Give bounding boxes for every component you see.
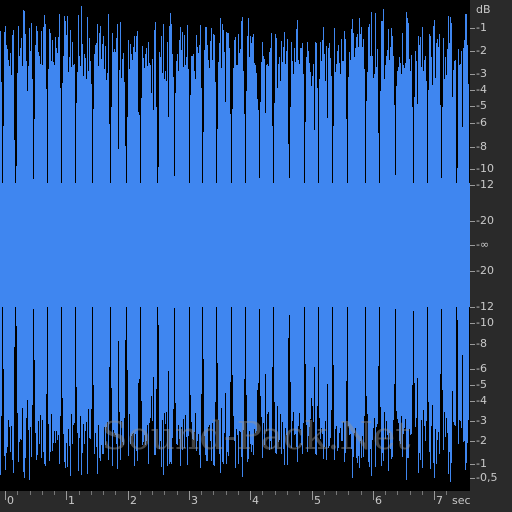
db-tick-mark bbox=[470, 421, 475, 422]
db-tick-label: -4 bbox=[476, 83, 487, 96]
db-tick-label: -8 bbox=[476, 140, 487, 153]
db-tick-label: -3 bbox=[476, 414, 487, 427]
time-minor-tick bbox=[238, 491, 239, 495]
time-minor-tick bbox=[361, 491, 362, 495]
db-tick-mark bbox=[470, 106, 475, 107]
time-minor-tick bbox=[103, 491, 104, 495]
db-tick-mark bbox=[470, 344, 475, 345]
time-tick-mark bbox=[5, 491, 6, 500]
db-tick-mark bbox=[470, 245, 475, 246]
time-ruler[interactable]: 0 1 2 3 4 5 6 7 sec bbox=[0, 491, 512, 512]
time-tick-label: 0 bbox=[7, 494, 14, 507]
time-minor-tick bbox=[262, 491, 263, 495]
time-minor-tick bbox=[324, 491, 325, 495]
time-minor-tick bbox=[115, 491, 116, 495]
time-minor-tick bbox=[164, 491, 165, 495]
db-tick-mark bbox=[470, 169, 475, 170]
waveform-core-band bbox=[0, 183, 470, 307]
db-tick-label: -0,5 bbox=[476, 471, 498, 484]
db-tick-mark bbox=[470, 323, 475, 324]
time-tick-label: 3 bbox=[191, 494, 198, 507]
time-tick-mark bbox=[312, 491, 313, 500]
db-tick-label: -2 bbox=[476, 434, 487, 447]
db-tick-label: -20 bbox=[476, 214, 494, 227]
time-tick-mark bbox=[373, 491, 374, 500]
db-tick-mark bbox=[470, 221, 475, 222]
db-tick-mark bbox=[470, 369, 475, 370]
db-tick-label: -6 bbox=[476, 116, 487, 129]
db-tick-mark bbox=[470, 401, 475, 402]
db-tick-mark bbox=[470, 51, 475, 52]
db-tick-mark bbox=[470, 464, 475, 465]
db-tick-mark bbox=[470, 478, 475, 479]
db-tick-mark bbox=[470, 441, 475, 442]
db-tick-mark bbox=[470, 307, 475, 308]
time-minor-tick bbox=[42, 491, 43, 495]
db-tick-mark bbox=[470, 123, 475, 124]
waveform-graph[interactable] bbox=[0, 0, 470, 491]
time-minor-tick bbox=[299, 491, 300, 495]
time-minor-tick bbox=[397, 491, 398, 495]
time-tick-mark bbox=[250, 491, 251, 500]
time-minor-tick bbox=[410, 491, 411, 495]
time-minor-tick bbox=[91, 491, 92, 495]
db-tick-mark bbox=[470, 147, 475, 148]
time-minor-tick bbox=[226, 491, 227, 495]
time-unit-label: sec bbox=[452, 494, 471, 507]
time-tick-label: 4 bbox=[252, 494, 259, 507]
db-unit-label: dB bbox=[476, 3, 491, 16]
time-tick-mark bbox=[434, 491, 435, 500]
waveform-editor-view: dB -1 -2 -3 -4 -5 -6 -8 -10 -12 -20 -∞ -20 -12 -10 -8-… bbox=[0, 0, 512, 512]
waveform-panel[interactable] bbox=[0, 0, 470, 491]
db-tick-label: -1 bbox=[476, 457, 487, 470]
time-minor-tick bbox=[140, 491, 141, 495]
time-minor-tick bbox=[201, 491, 202, 495]
time-minor-tick bbox=[54, 491, 55, 495]
time-tick-label: 2 bbox=[130, 494, 137, 507]
time-minor-tick bbox=[336, 491, 337, 495]
time-minor-tick bbox=[275, 491, 276, 495]
db-tick-mark bbox=[470, 28, 475, 29]
db-tick-label: -4 bbox=[476, 394, 487, 407]
time-tick-label: 1 bbox=[68, 494, 75, 507]
db-tick-label: -10 bbox=[476, 162, 494, 175]
db-scale-ruler: dB -1 -2 -3 -4 -5 -6 -8 -10 -12 -20 -∞ -20 -12 -10 -8 -… bbox=[470, 0, 512, 491]
db-tick-label: -8 bbox=[476, 337, 487, 350]
waveform-bars bbox=[0, 6, 470, 482]
db-tick-mark bbox=[470, 74, 475, 75]
db-tick-mark bbox=[470, 385, 475, 386]
time-minor-tick bbox=[348, 491, 349, 495]
db-tick-label: -5 bbox=[476, 99, 487, 112]
db-tick-label: -20 bbox=[476, 264, 494, 277]
time-minor-tick bbox=[79, 491, 80, 495]
db-tick-label: -12 bbox=[476, 178, 494, 191]
time-minor-tick bbox=[422, 491, 423, 495]
time-minor-tick bbox=[177, 491, 178, 495]
db-tick-label: -6 bbox=[476, 362, 487, 375]
db-tick-mark bbox=[470, 185, 475, 186]
db-tick-label: -12 bbox=[476, 300, 494, 313]
time-tick-label: 7 bbox=[436, 494, 443, 507]
db-tick-label: -5 bbox=[476, 378, 487, 391]
time-tick-label: 6 bbox=[375, 494, 382, 507]
time-minor-tick bbox=[30, 491, 31, 495]
db-tick-label: -3 bbox=[476, 67, 487, 80]
db-tick-mark bbox=[470, 271, 475, 272]
time-minor-tick bbox=[152, 491, 153, 495]
time-tick-mark bbox=[128, 491, 129, 500]
time-minor-tick bbox=[385, 491, 386, 495]
time-tick-mark bbox=[66, 491, 67, 500]
db-tick-label: -∞ bbox=[476, 238, 490, 251]
time-minor-tick bbox=[213, 491, 214, 495]
db-tick-label: -2 bbox=[476, 44, 487, 57]
db-tick-mark bbox=[470, 90, 475, 91]
time-minor-tick bbox=[17, 491, 18, 495]
time-tick-mark bbox=[189, 491, 190, 500]
time-minor-tick bbox=[287, 491, 288, 495]
db-tick-label: -1 bbox=[476, 21, 487, 34]
time-minor-tick bbox=[446, 491, 447, 495]
db-tick-label: -10 bbox=[476, 316, 494, 329]
time-tick-label: 5 bbox=[314, 494, 321, 507]
